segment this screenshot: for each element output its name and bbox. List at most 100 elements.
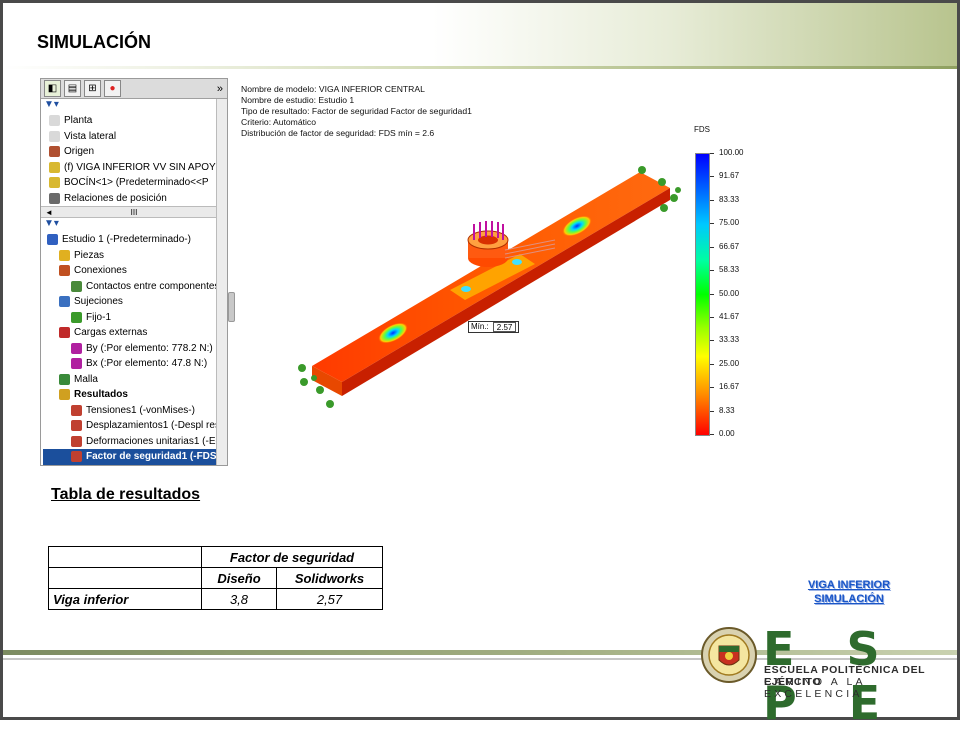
- brand-tagline-2: CAMINO A LA EXCELENCIA: [764, 676, 866, 700]
- panel-tabs: ◧ ▤ ⊞ ● »: [41, 79, 227, 99]
- config-tab-icon[interactable]: ⊞: [84, 80, 101, 97]
- tree-item-label: By (:Por elemento: 778.2 N:): [86, 342, 213, 354]
- fixture-icon: [59, 296, 70, 308]
- info-line: Tipo de resultado: Factor de seguridad F…: [241, 106, 472, 116]
- tree-item[interactable]: By (:Por elemento: 778.2 N:): [43, 341, 227, 357]
- tree-item[interactable]: Cargas externas: [43, 325, 227, 341]
- link-viga-inferior[interactable]: VIGA INFERIOR: [790, 578, 908, 592]
- group-header: Factor de seguridad: [201, 546, 383, 568]
- tree-item-label: Deformaciones unitarias1 (-Equi: [86, 435, 228, 447]
- filter-icon-2[interactable]: ▼▾: [41, 218, 227, 232]
- legend-tick-label: 91.67: [719, 171, 740, 181]
- scroll-left-icon[interactable]: ◄: [45, 208, 53, 217]
- tree-item[interactable]: Relaciones de posición: [45, 191, 227, 207]
- legend-tick-label: 41.67: [719, 311, 740, 321]
- empty-cell: [48, 567, 202, 589]
- tree-item[interactable]: BOCÍN<1> (Predeterminado<<P: [45, 175, 227, 191]
- min-value-label: Mín.: 2.57: [468, 321, 520, 333]
- design-value: 3,8: [201, 588, 277, 610]
- tree-item[interactable]: Malla: [43, 372, 227, 388]
- tree-item[interactable]: Bx (:Por elemento: 47.8 N:): [43, 356, 227, 372]
- tree-item[interactable]: Contactos entre componentes: [43, 279, 227, 295]
- nav-links: VIGA INFERIOR SIMULACIÓN: [790, 578, 908, 606]
- legend-title: FDS: [694, 125, 710, 134]
- filter-icon[interactable]: ▼▾: [41, 99, 227, 113]
- tree-item[interactable]: Tensiones1 (-vonMises-): [43, 403, 227, 419]
- tree-item[interactable]: Resultados: [43, 387, 227, 403]
- contact-icon: [71, 280, 82, 292]
- legend-tick-mark: [710, 316, 714, 318]
- force-icon: [71, 342, 82, 354]
- tree-item[interactable]: Origen: [45, 144, 227, 160]
- tree-item-label: Tensiones1 (-vonMises-): [86, 404, 195, 416]
- tree-item[interactable]: Desplazamientos1 (-Despl res-): [43, 418, 227, 434]
- panel-splitter[interactable]: [228, 292, 235, 322]
- tree-item-label: Sujeciones: [74, 296, 123, 307]
- legend-tick-label: 0.00: [719, 429, 735, 438]
- more-tabs-icon[interactable]: »: [217, 83, 223, 95]
- beam-side-face: [342, 188, 670, 396]
- tree-item-label: Contactos entre componentes: [86, 280, 220, 292]
- tree-item[interactable]: (f) VIGA INFERIOR VV SIN APOYO: [45, 160, 227, 176]
- row-label: Viga inferior: [48, 588, 202, 610]
- legend-tick-label: 50.00: [719, 288, 740, 298]
- display-tab-icon[interactable]: ●: [104, 80, 121, 97]
- part-icon: [49, 177, 60, 189]
- tree-item-label: Desplazamientos1 (-Despl res-): [86, 420, 227, 431]
- legend-tick-mark: [710, 199, 714, 201]
- horizontal-scrollbar[interactable]: ◄ III ►: [41, 206, 227, 218]
- info-line: Nombre de modelo: VIGA INFERIOR CENTRAL: [241, 84, 425, 94]
- legend-tick-mark: [710, 176, 714, 178]
- simulation-tree: Estudio 1 (-Predeterminado-) Piezas Conexi…: [41, 232, 227, 465]
- link-simulacion[interactable]: SIMULACIÓN: [790, 592, 908, 606]
- loads-icon: [59, 327, 70, 339]
- legend-tick-mark: [710, 293, 714, 295]
- tree-item-label: Conexiones: [74, 265, 127, 276]
- tree-item[interactable]: Fijo-1: [43, 310, 227, 326]
- results-table: Factor de seguridad Diseño Solidworks Vi…: [48, 546, 383, 610]
- tree-item-label: (f) VIGA INFERIOR VV SIN APOYO: [64, 161, 224, 173]
- legend-tick-label: 66.67: [719, 241, 740, 251]
- legend-tick-mark: [710, 434, 714, 435]
- tree-item-label: Malla: [74, 373, 98, 385]
- legend-tick-mark: [710, 340, 714, 342]
- vertical-scrollbar[interactable]: [216, 99, 227, 465]
- min-label-value: 2.57: [492, 322, 517, 332]
- plot-icon: [71, 420, 82, 432]
- connections-icon: [59, 265, 70, 277]
- tree-item[interactable]: Vista lateral: [45, 129, 227, 145]
- tree-item-label: BOCÍN<1> (Predeterminado<<P: [64, 177, 209, 188]
- legend-tick-mark: [710, 410, 714, 412]
- tree-item-label: Planta: [64, 115, 93, 126]
- model-tree: Planta Vista lateral Origen (f) VIGA INFERI…: [41, 113, 227, 206]
- property-tab-icon[interactable]: ▤: [64, 80, 81, 97]
- study-icon: [47, 234, 58, 246]
- tree-item[interactable]: Planta: [45, 113, 227, 129]
- part-icon: [49, 161, 60, 173]
- espe-seal-logo: [701, 627, 757, 683]
- tree-item[interactable]: Sujeciones: [43, 294, 227, 310]
- feature-tree-panel: ◧ ▤ ⊞ ● » ▼▾ Planta Vista lateral Origen (f…: [40, 78, 228, 466]
- table-row: Viga inferior 3,8 2,57: [48, 588, 383, 610]
- tree-item[interactable]: Deformaciones unitarias1 (-Equi: [43, 434, 227, 450]
- model-tab-icon[interactable]: ◧: [44, 80, 61, 97]
- simulation-info: Nombre de modelo: VIGA INFERIOR CENTRAL …: [241, 84, 472, 139]
- legend-tick-label: 83.33: [719, 194, 740, 204]
- legend-tick-label: 8.33: [719, 405, 735, 415]
- results-icon: [59, 389, 70, 401]
- col-solidworks-header: Solidworks: [276, 567, 383, 589]
- scroll-thumb[interactable]: III: [131, 208, 138, 217]
- tree-item-label: Origen: [64, 146, 95, 157]
- info-line: Distribución de factor de seguridad: FDS…: [241, 128, 435, 138]
- tree-item[interactable]: Piezas: [43, 248, 227, 264]
- legend-tick-mark: [710, 246, 714, 248]
- force-icon: [71, 358, 82, 370]
- tree-item[interactable]: Estudio 1 (-Predeterminado-): [43, 232, 227, 248]
- tree-item-label: Relaciones de posición: [64, 192, 167, 204]
- legend-tick-mark: [710, 387, 714, 389]
- tree-item[interactable]: Factor de seguridad1 (-FDS-): [43, 449, 227, 465]
- header-divider: [3, 66, 957, 69]
- origin-icon: [49, 146, 60, 158]
- tree-item[interactable]: Conexiones: [43, 263, 227, 279]
- plot-icon: [71, 404, 82, 416]
